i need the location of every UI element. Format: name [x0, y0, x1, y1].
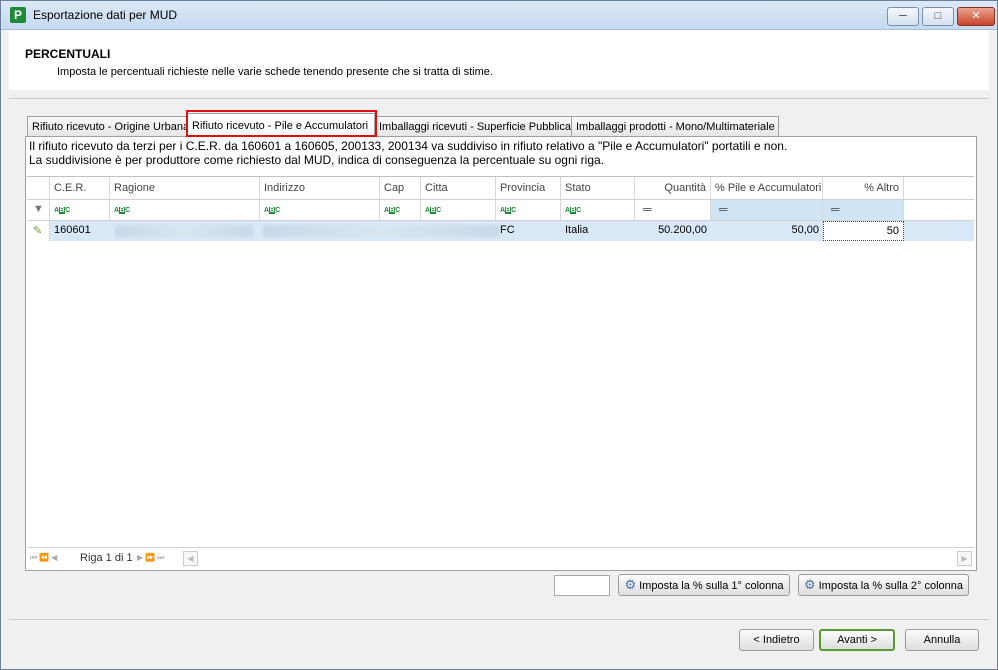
next-button[interactable]: Avanti >: [819, 629, 895, 651]
filter-quantita[interactable]: ═: [635, 200, 711, 220]
text-filter-icon: ABC: [565, 207, 581, 214]
text-filter-icon: ABC: [54, 207, 70, 214]
description-line-2: La suddivisione è per produttore come ri…: [29, 153, 604, 167]
gears-icon: ⚙: [624, 577, 637, 592]
set-percent-column1-label: Imposta la % sulla 1° colonna: [639, 580, 784, 592]
cell-stato[interactable]: Italia: [561, 221, 635, 241]
description: Il rifiuto ricevuto da terzi per i C.E.R…: [29, 139, 787, 167]
cell-cer[interactable]: 160601: [50, 221, 110, 241]
cell-citta[interactable]: [421, 221, 496, 241]
tab-pile-accumulatori[interactable]: Rifiuto ricevuto - Pile e Accumulatori: [187, 113, 375, 137]
edit-pencil-icon: ✎: [27, 221, 50, 241]
close-button[interactable]: ✕: [957, 7, 995, 26]
text-filter-icon: ABC: [425, 207, 441, 214]
back-button[interactable]: < Indietro: [739, 629, 814, 651]
tab-superficie-pubblica[interactable]: Imballaggi ricevuti - Superficie Pubblic…: [374, 116, 572, 136]
tab-origine-urbana[interactable]: Rifiuto ricevuto - Origine Urbana: [27, 116, 189, 136]
set-percent-column2-button[interactable]: ⚙ Imposta la % sulla 2° colonna: [798, 574, 969, 596]
redacted-ragione: [115, 225, 253, 237]
grid-header-row: C.E.R. Ragione Indirizzo Cap Citta Provi…: [27, 177, 974, 200]
cell-cap[interactable]: [380, 221, 421, 241]
cell-pile[interactable]: 50,00: [711, 221, 823, 241]
footer-divider: [9, 619, 989, 620]
column-header-citta[interactable]: Citta: [421, 177, 496, 199]
tab-panel: Il rifiuto ricevuto da terzi per i C.E.R…: [25, 136, 977, 571]
close-icon: ✕: [971, 10, 981, 22]
wizard-header: PERCENTUALI Imposta le percentuali richi…: [9, 30, 989, 90]
header-divider: [9, 98, 989, 99]
set-percent-column2-label: Imposta la % sulla 2° colonna: [818, 580, 964, 592]
equals-filter-icon: ═: [643, 202, 652, 216]
page-title: PERCENTUALI: [25, 47, 111, 61]
maximize-button[interactable]: □: [922, 7, 954, 26]
column-header-provincia[interactable]: Provincia: [496, 177, 561, 199]
page-subtitle: Imposta le percentuali richieste nelle v…: [57, 66, 493, 78]
equals-filter-icon: ═: [831, 202, 840, 216]
text-filter-icon: ABC: [500, 207, 516, 214]
scroll-left-button[interactable]: ◀: [183, 551, 198, 566]
cell-provincia[interactable]: FC: [496, 221, 561, 241]
set-percent-column1-button[interactable]: ⚙ Imposta la % sulla 1° colonna: [618, 574, 790, 596]
equals-filter-icon: ═: [719, 202, 728, 216]
cancel-button[interactable]: Annulla: [905, 629, 979, 651]
filter-citta[interactable]: ABC: [421, 200, 496, 220]
description-line-1: Il rifiuto ricevuto da terzi per i C.E.R…: [29, 139, 788, 153]
data-grid: C.E.R. Ragione Indirizzo Cap Citta Provi…: [27, 176, 974, 569]
tab-mono-multimateriale[interactable]: Imballaggi prodotti - Mono/Multimaterial…: [571, 116, 779, 136]
cell-quantita[interactable]: 50.200,00: [635, 221, 711, 241]
cell-altro-editor[interactable]: 50: [823, 221, 904, 241]
grid-pager: ⏮⏪◀ Riga 1 di 1 ▶⏩⏭ ◀ ▶: [27, 547, 974, 568]
text-filter-icon: ABC: [114, 207, 130, 214]
export-window: P Esportazione dati per MUD ─ □ ✕ PERCEN…: [0, 0, 998, 670]
app-logo-icon: P: [10, 7, 26, 23]
filter-provincia[interactable]: ABC: [496, 200, 561, 220]
minimize-icon: ─: [899, 10, 907, 22]
scroll-right-button[interactable]: ▶: [957, 551, 972, 566]
pager-next-icons[interactable]: ▶⏩⏭: [137, 553, 166, 563]
filter-stato[interactable]: ABC: [561, 200, 635, 220]
title-bar: P Esportazione dati per MUD ─ □ ✕: [1, 1, 997, 30]
text-filter-icon: ABC: [264, 207, 280, 214]
pager-text: Riga 1 di 1: [80, 552, 133, 564]
filter-altro[interactable]: ═: [823, 200, 904, 220]
column-header-pile[interactable]: % Pile e Accumulatori: [711, 177, 823, 199]
column-header-cap[interactable]: Cap: [380, 177, 421, 199]
gears-icon: ⚙: [803, 577, 816, 592]
filter-ragione[interactable]: ABC: [110, 200, 260, 220]
pager-nav-icons[interactable]: ⏮⏪◀: [30, 553, 59, 563]
column-header-ragione[interactable]: Ragione: [110, 177, 260, 199]
table-row[interactable]: ✎ 160601 FC Italia 50.200,00 50,00 50: [27, 221, 974, 241]
minimize-button[interactable]: ─: [887, 7, 919, 26]
text-filter-icon: ABC: [384, 207, 400, 214]
grid-filter-row: ▼ ABC ABC ABC ABC ABC ABC ABC ═ ═ ═: [27, 200, 974, 221]
column-header-altro[interactable]: % Altro: [823, 177, 904, 199]
row-indicator-header: [27, 177, 50, 199]
column-header-indirizzo[interactable]: Indirizzo: [260, 177, 380, 199]
filter-cer[interactable]: ABC: [50, 200, 110, 220]
column-header-stato[interactable]: Stato: [561, 177, 635, 199]
filter-cap[interactable]: ABC: [380, 200, 421, 220]
window-title: Esportazione dati per MUD: [33, 8, 178, 22]
column-header-quantita[interactable]: Quantità: [635, 177, 711, 199]
filter-pile[interactable]: ═: [711, 200, 823, 220]
percentage-input[interactable]: [554, 575, 610, 596]
filter-funnel-icon[interactable]: ▼: [27, 200, 50, 220]
column-header-cer[interactable]: C.E.R.: [50, 177, 110, 199]
filter-indirizzo[interactable]: ABC: [260, 200, 380, 220]
maximize-icon: □: [934, 10, 942, 22]
